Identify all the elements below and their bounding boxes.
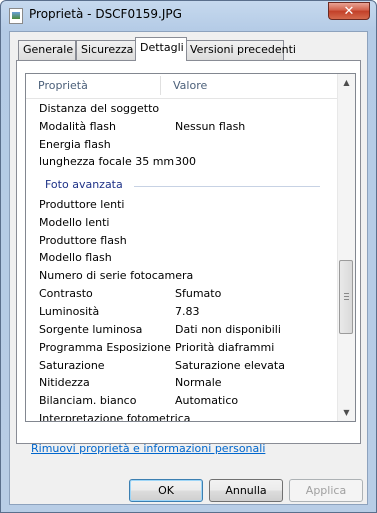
tab-generale[interactable]: Generale [18, 40, 76, 60]
property-name: Programma Esposizione [39, 341, 171, 354]
property-value: Saturazione elevata [175, 359, 285, 372]
property-name: Energia flash [39, 138, 111, 151]
property-value: 7.83 [175, 305, 200, 318]
list-row[interactable]: Programma Esposizione Priorità diaframmi [26, 340, 339, 358]
list-row[interactable]: Modello flash [26, 250, 339, 268]
property-name: Produttore lenti [39, 198, 125, 211]
list-row[interactable]: Saturazione Saturazione elevata [26, 358, 339, 376]
list-row[interactable]: lunghezza focale 35 mm 300 [26, 154, 339, 172]
list-row[interactable]: Bilanciam. bianco Automatico [26, 393, 339, 411]
list-row[interactable]: Luminosità 7.83 [26, 304, 339, 322]
list-row[interactable]: Modalità flash Nessun flash [26, 119, 339, 137]
property-name: Produttore flash [39, 234, 127, 247]
tab-dettagli[interactable]: Dettagli [135, 37, 187, 61]
list-rows: Distanza del soggetto Modalità flash Nes… [26, 98, 339, 421]
property-name: Modello lenti [39, 216, 110, 229]
ok-button[interactable]: OK [129, 479, 203, 502]
list-row[interactable]: Produttore flash [26, 233, 339, 251]
property-value: 300 [175, 155, 196, 168]
property-value: Priorità diaframmi [175, 341, 275, 354]
list-row[interactable]: Sorgente luminosa Dati non disponibili [26, 322, 339, 340]
dialog-client-area: Generale Sicurezza Dettagli Versioni pre… [9, 31, 368, 505]
column-header-value[interactable]: Valore [161, 74, 207, 97]
group-divider-line [134, 186, 320, 187]
property-value: Nessun flash [175, 120, 246, 133]
list-row[interactable]: Modello lenti [26, 215, 339, 233]
property-name: Interpretazione fotometrica [39, 412, 191, 421]
vertical-scrollbar[interactable]: ▲ ▼ [337, 74, 355, 421]
property-name: Sorgente luminosa [39, 323, 143, 336]
property-name: Nitidezza [39, 376, 90, 389]
apply-button: Applica [289, 479, 363, 502]
property-name: Saturazione [39, 359, 105, 372]
property-name: lunghezza focale 35 mm [39, 155, 175, 168]
close-button[interactable]: ✕ [328, 2, 370, 20]
cancel-button[interactable]: Annulla [209, 479, 283, 502]
properties-window: Proprietà - DSCF0159.JPG ✕ Generale Sicu… [0, 0, 377, 513]
property-name: Bilanciam. bianco [39, 394, 137, 407]
property-value: Sfumato [175, 287, 222, 300]
column-header-property[interactable]: Proprietà [26, 74, 88, 97]
scroll-up-arrow-icon[interactable]: ▲ [338, 74, 355, 91]
property-value: Normale [175, 376, 222, 389]
remove-properties-link[interactable]: Rimuovi proprietà e informazioni persona… [31, 442, 265, 455]
list-header: Proprietà Valore [26, 74, 339, 99]
group-header-foto-avanzata[interactable]: Foto avanzata [26, 177, 339, 195]
list-row[interactable]: Produttore lenti [26, 197, 339, 215]
image-file-icon [9, 8, 23, 24]
property-name: Modalità flash [39, 120, 116, 133]
scroll-down-arrow-icon[interactable]: ▼ [338, 404, 355, 421]
list-row[interactable]: Interpretazione fotometrica [26, 411, 339, 421]
window-title: Proprietà - DSCF0159.JPG [29, 7, 182, 21]
properties-list[interactable]: Proprietà Valore Distanza del soggetto M… [25, 73, 356, 422]
scroll-thumb[interactable] [339, 260, 353, 334]
property-value: Automatico [175, 394, 239, 407]
property-name: Contrasto [39, 287, 93, 300]
tab-versioni-precedenti[interactable]: Versioni precedenti [185, 40, 296, 60]
list-row[interactable]: Energia flash [26, 137, 339, 155]
tab-sicurezza[interactable]: Sicurezza [76, 40, 137, 60]
list-row[interactable]: Nitidezza Normale [26, 375, 339, 393]
property-name: Distanza del soggetto [39, 102, 160, 115]
group-label: Foto avanzata [45, 178, 123, 191]
property-name: Modello flash [39, 251, 112, 264]
property-name: Luminosità [39, 305, 100, 318]
list-row[interactable]: Contrasto Sfumato [26, 286, 339, 304]
grip-icon [344, 293, 349, 300]
property-value: Dati non disponibili [175, 323, 281, 336]
title-bar[interactable]: Proprietà - DSCF0159.JPG ✕ [1, 1, 376, 29]
list-row[interactable]: Numero di serie fotocamera [26, 268, 339, 286]
property-name: Numero di serie fotocamera [39, 269, 194, 282]
list-row[interactable]: Distanza del soggetto [26, 101, 339, 119]
